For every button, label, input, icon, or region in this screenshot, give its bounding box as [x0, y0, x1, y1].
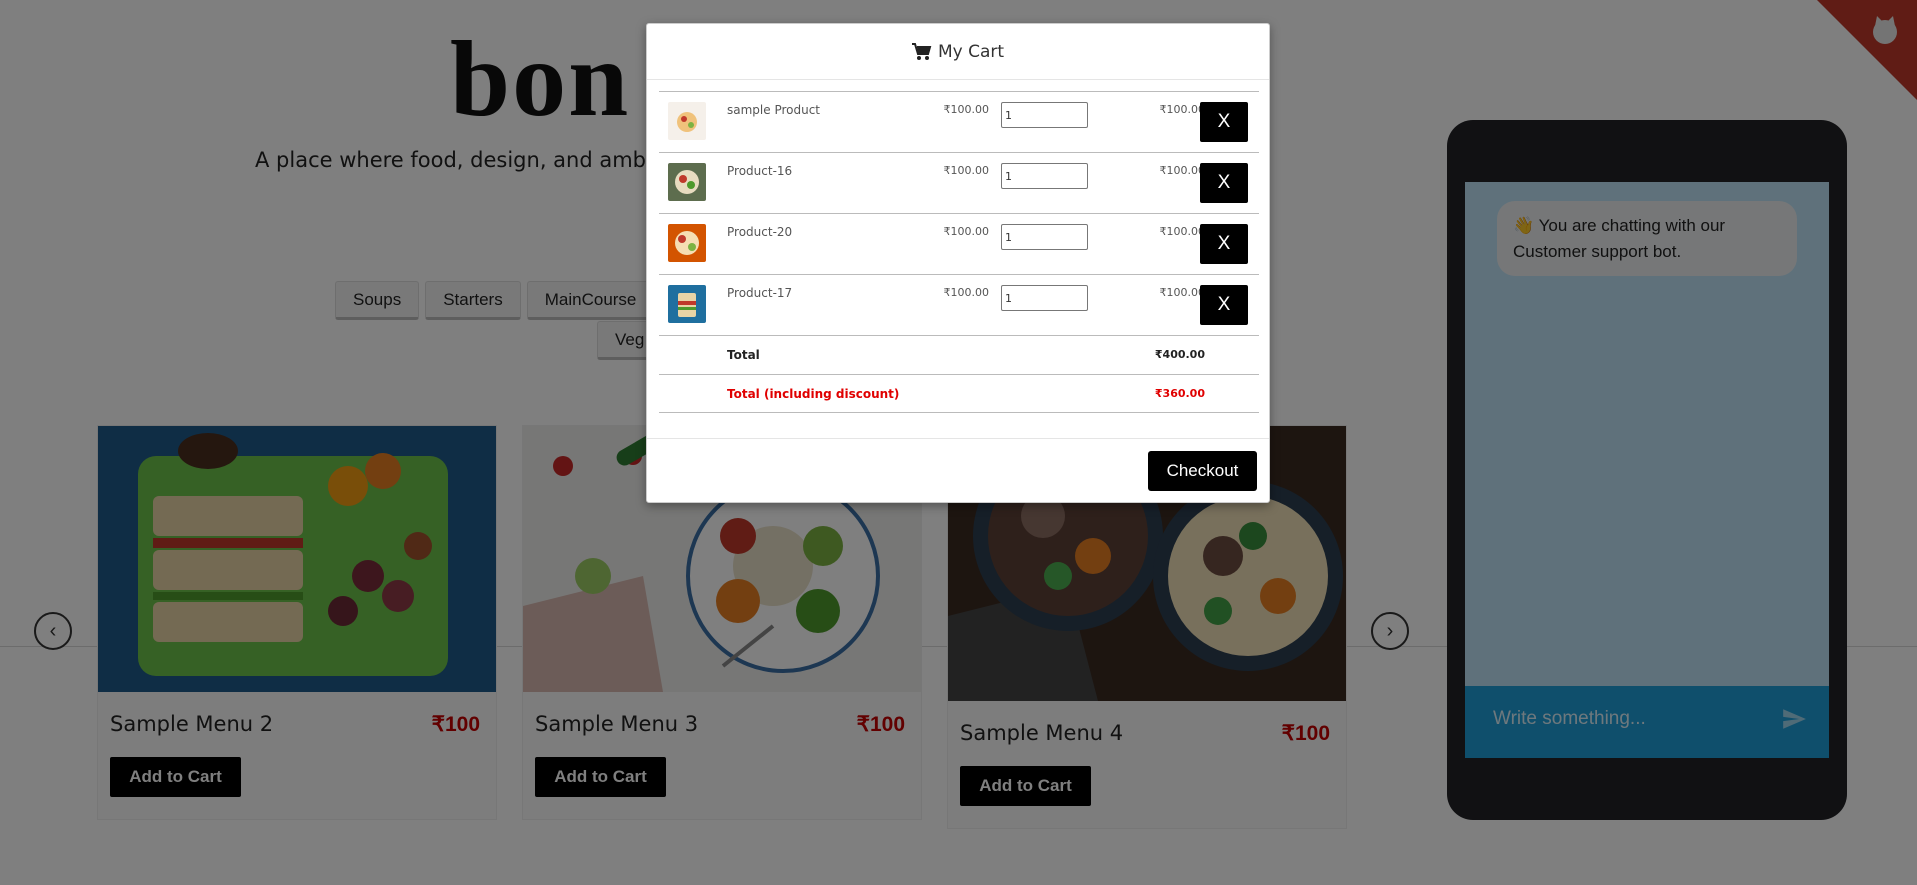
product-name: Product-16 [727, 164, 793, 178]
remove-item-button[interactable]: X [1200, 224, 1248, 264]
total-value: ₹400.00 [1154, 348, 1205, 361]
cart-modal-header: My Cart [647, 24, 1269, 80]
cart-modal-footer: Checkout [647, 438, 1269, 502]
remove-item-button[interactable]: X [1200, 102, 1248, 142]
cart-item-row: sample Product ₹100.00 ₹100.00 X [659, 91, 1259, 152]
cart-modal: My Cart sample Product ₹100.00 ₹100.00 X… [646, 23, 1270, 503]
cart-modal-title: My Cart [937, 41, 1005, 62]
product-unit-price: ₹100.00 [943, 164, 990, 177]
product-unit-price: ₹100.00 [943, 103, 990, 116]
product-subtotal: ₹100.00 [1159, 164, 1206, 177]
quantity-input[interactable] [1001, 224, 1088, 250]
product-name: sample Product [727, 103, 821, 117]
remove-item-button[interactable]: X [1200, 285, 1248, 325]
checkout-button[interactable]: Checkout [1148, 451, 1257, 491]
product-subtotal: ₹100.00 [1159, 103, 1206, 116]
product-unit-price: ₹100.00 [943, 225, 990, 238]
cart-total-row: Total ₹400.00 [659, 335, 1259, 374]
quantity-input[interactable] [1001, 102, 1088, 128]
product-thumbnail [668, 224, 706, 262]
product-thumbnail [668, 102, 706, 140]
cart-item-row: Product-20 ₹100.00 ₹100.00 X [659, 213, 1259, 274]
product-subtotal: ₹100.00 [1159, 286, 1206, 299]
cart-item-row: Product-16 ₹100.00 ₹100.00 X [659, 152, 1259, 213]
discount-total-value: ₹360.00 [1154, 387, 1205, 400]
discount-total-label: Total (including discount) [727, 387, 900, 401]
shopping-cart-icon [911, 42, 932, 60]
product-subtotal: ₹100.00 [1159, 225, 1206, 238]
cart-item-row: Product-17 ₹100.00 ₹100.00 X [659, 274, 1259, 335]
product-thumbnail [668, 163, 706, 201]
quantity-input[interactable] [1001, 285, 1088, 311]
total-label: Total [727, 348, 760, 362]
product-name: Product-20 [727, 225, 793, 239]
cart-table: sample Product ₹100.00 ₹100.00 X Product… [659, 91, 1259, 413]
cart-discount-total-row: Total (including discount) ₹360.00 [659, 374, 1259, 413]
quantity-input[interactable] [1001, 163, 1088, 189]
product-thumbnail [668, 285, 706, 323]
product-name: Product-17 [727, 286, 793, 300]
product-unit-price: ₹100.00 [943, 286, 990, 299]
remove-item-button[interactable]: X [1200, 163, 1248, 203]
